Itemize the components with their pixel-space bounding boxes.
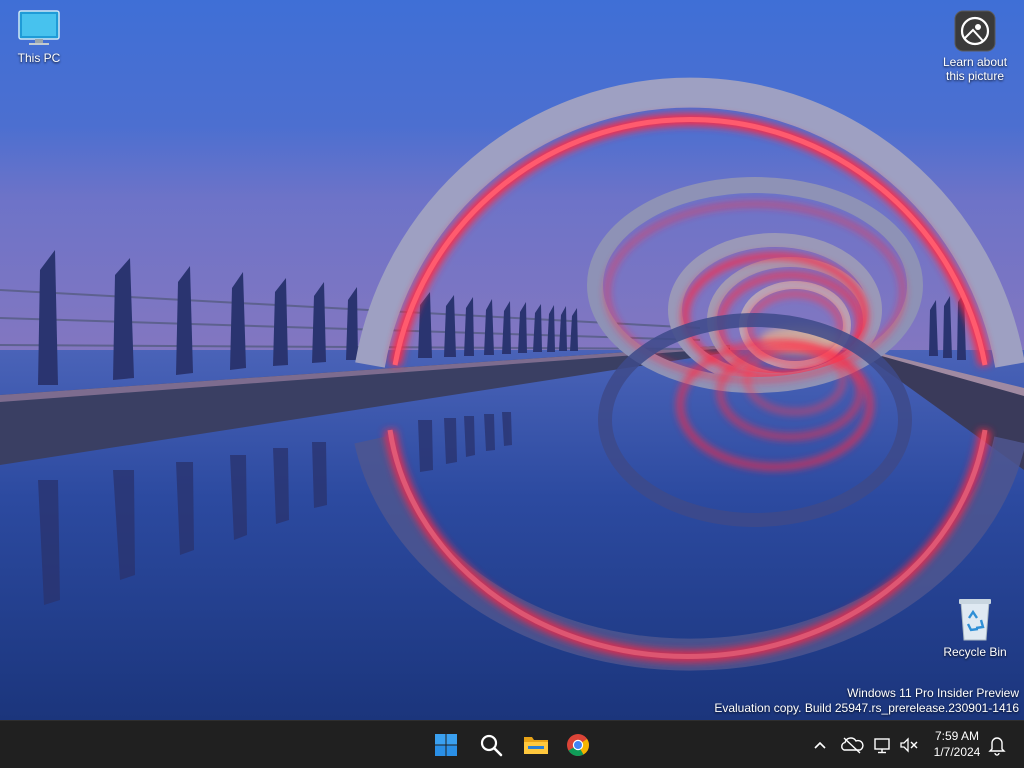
file-explorer-icon <box>524 737 548 754</box>
volume-muted-icon <box>900 737 918 753</box>
onedrive-tray-button[interactable] <box>838 731 866 759</box>
clock-time: 7:59 AM <box>934 729 980 743</box>
taskbar: 7:59 AM 1/7/2024 <box>0 720 1024 768</box>
search-button[interactable] <box>473 727 509 763</box>
watermark-edition: Windows 11 Pro Insider Preview <box>847 686 1019 700</box>
spotlight-camera-icon <box>954 10 996 52</box>
show-hidden-icons-button[interactable] <box>810 731 830 759</box>
clock-date: 1/7/2024 <box>933 745 981 759</box>
chevron-up-icon <box>814 741 826 749</box>
start-button[interactable] <box>428 727 464 763</box>
windows-start-icon <box>435 734 457 756</box>
windows-evaluation-watermark: Windows 11 Pro Insider Preview Evaluatio… <box>714 686 1019 716</box>
notification-bell-icon <box>988 737 1006 756</box>
desktop-icon-learn-about-picture[interactable]: Learn about this picture <box>935 10 1015 83</box>
desktop-icon-this-pc[interactable]: This PC <box>0 8 79 65</box>
recycle-bin-icon <box>959 599 991 641</box>
taskbar-clock[interactable]: 7:59 AM 1/7/2024 <box>926 728 988 760</box>
desktop-icon-recycle-bin[interactable]: Recycle Bin <box>935 598 1015 659</box>
onedrive-offline-icon <box>841 737 864 754</box>
network-volume-tray-button[interactable] <box>870 731 920 759</box>
desktop-icon-label: This PC <box>17 51 61 65</box>
watermark-build: Evaluation copy. Build 25947.rs_prerelea… <box>714 701 1019 715</box>
chrome-button[interactable] <box>560 727 596 763</box>
chrome-icon <box>567 734 589 756</box>
search-icon <box>480 734 503 757</box>
notification-center-button[interactable] <box>986 731 1008 759</box>
monitor-icon <box>18 10 60 45</box>
desktop-icon-label: Learn about this picture <box>942 55 1008 83</box>
network-icon <box>874 738 890 754</box>
desktop-wallpaper <box>0 0 1024 720</box>
desktop-icon-label: Recycle Bin <box>943 645 1007 659</box>
file-explorer-button[interactable] <box>517 727 553 763</box>
